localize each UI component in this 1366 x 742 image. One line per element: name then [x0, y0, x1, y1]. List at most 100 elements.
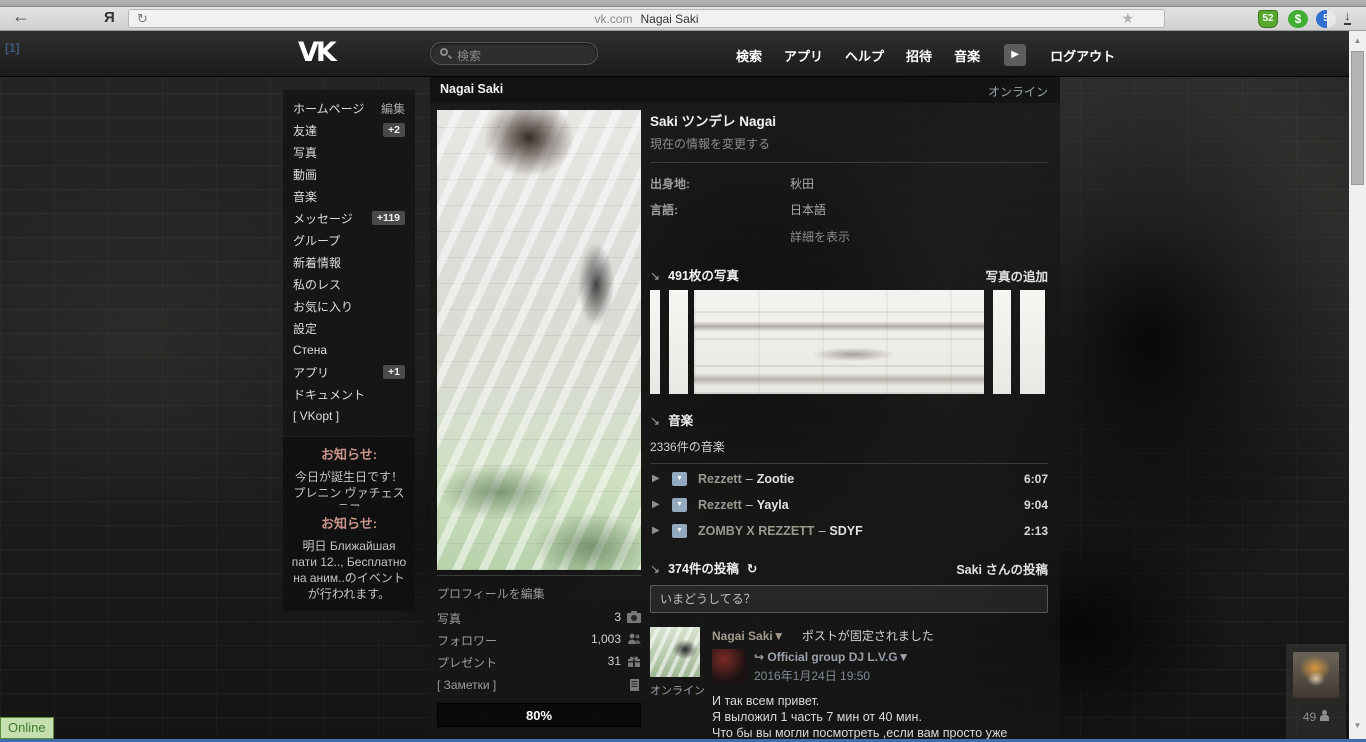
sidebar-item-favorites[interactable]: お気に入り — [293, 295, 405, 317]
post-author-avatar[interactable] — [650, 627, 700, 677]
photo-thumb[interactable] — [650, 290, 660, 394]
vk-nav: 検索 アプリ ヘルプ 招待 音楽 ▶ ログアウト — [736, 44, 1115, 66]
track-artist[interactable]: Rezzett — [698, 472, 742, 486]
profile-photo[interactable] — [437, 110, 641, 570]
back-button[interactable]: ← — [12, 6, 30, 27]
sidebar-menu: ホームページ 編集 友達 +2 写真 動画 音楽 メッセージ +119 グループ 新着… — [283, 90, 415, 436]
photo-thumb[interactable] — [993, 290, 1011, 394]
vk-logo[interactable]: VK — [298, 37, 337, 68]
wall-count-link[interactable]: 374件の投稿 — [668, 562, 739, 576]
wall-filter-link[interactable]: Saki さんの投稿 — [956, 559, 1048, 578]
sidebar-item-messages[interactable]: メッセージ +119 — [293, 207, 405, 229]
followers-icon — [627, 633, 641, 645]
nav-search[interactable]: 検索 — [736, 46, 762, 65]
track-title[interactable]: Zootie — [757, 472, 795, 486]
download-icon[interactable]: ↓ — [1344, 9, 1351, 25]
browser-tabstrip[interactable] — [0, 0, 1366, 7]
track-download-button[interactable]: ▼ — [672, 498, 687, 512]
stat-followers[interactable]: フォロワー 1,003 — [437, 629, 641, 651]
zoom-level-button[interactable]: 80% — [437, 703, 641, 727]
play-button[interactable]: ▶ — [1004, 44, 1027, 66]
photo-thumb[interactable] — [1020, 290, 1045, 394]
nav-help[interactable]: ヘルプ — [845, 46, 884, 65]
post-author-name[interactable]: Nagai Saki▼ — [712, 629, 785, 643]
sidebar-item-apps[interactable]: アプリ +1 — [293, 361, 405, 383]
nav-apps[interactable]: アプリ — [784, 46, 823, 65]
friend-avatar[interactable] — [1293, 652, 1339, 698]
sidebar-item-groups[interactable]: グループ — [293, 229, 405, 251]
track-artist[interactable]: ZOMBY X REZZETT — [698, 524, 814, 538]
music-section-header: ↘ 音楽 — [650, 410, 1048, 428]
notice-body: 明日 Ближайшая пати 12.., Бесплатно на ани… — [291, 539, 407, 601]
track-time: 2:13 — [1023, 524, 1048, 538]
profile-name: Saki ツンデレ Nagai — [650, 114, 777, 129]
field-hometown: 出身地: 秋田 — [650, 177, 815, 191]
repost-header: ↪ Official group DJ L.V.G▼ 2016年1月24日 19… — [712, 649, 1048, 685]
nav-logout[interactable]: ログアウト — [1050, 46, 1115, 65]
sidebar-item-settings[interactable]: 設定 — [293, 317, 405, 339]
post-date[interactable]: 2016年1月24日 19:50 — [754, 667, 870, 684]
change-status-link[interactable]: 現在の情報を変更する — [650, 135, 1048, 152]
track-play-icon[interactable]: ▶ — [652, 525, 660, 536]
section-arrow-icon: ↘ — [650, 562, 661, 576]
sidebar-item-vkopt[interactable]: [ VKopt ] — [293, 405, 405, 427]
divider — [650, 162, 1048, 163]
wall-section-header: ↘ 374件の投稿 ↻ Saki さんの投稿 — [650, 558, 1048, 578]
track-download-button[interactable]: ▼ — [672, 524, 687, 538]
stat-notes[interactable]: [ Заметки ] — [437, 675, 641, 697]
sidebar-item-news[interactable]: 新着情報 — [293, 251, 405, 273]
wall-refresh-icon[interactable]: ↻ — [747, 562, 757, 576]
sidebar-item-wall[interactable]: Стена — [293, 339, 405, 361]
page-title: Nagai Saki — [440, 82, 504, 96]
extension-dollar-icon[interactable]: $ — [1288, 10, 1308, 28]
photo-thumb[interactable] — [669, 290, 688, 394]
screen: ← Я ↻ vk.com Nagai Saki ★ 52 $ 5 ↓ [1] VK… — [0, 0, 1366, 742]
track-play-icon[interactable]: ▶ — [652, 473, 660, 484]
scroll-down-icon[interactable]: ▼ — [1349, 718, 1366, 734]
search-input[interactable]: 検索 — [430, 42, 598, 65]
address-bar[interactable]: ↻ vk.com Nagai Saki ★ — [128, 9, 1165, 28]
person-icon — [1320, 710, 1330, 721]
extension-blue-icon[interactable]: 5 — [1316, 10, 1336, 28]
photo-thumb-main[interactable] — [694, 290, 984, 394]
stat-presents[interactable]: プレゼント 31 — [437, 651, 641, 673]
wall-post: オンライン Nagai Saki▼ ポストが固定されました ↪ Official… — [650, 627, 1048, 742]
track-download-button[interactable]: ▼ — [672, 472, 687, 486]
bookmark-star-icon[interactable]: ★ — [1121, 10, 1134, 27]
edit-profile-link[interactable]: プロフィールを編集 — [437, 575, 641, 602]
notice-party[interactable]: お知らせ: 明日 Ближайшая пати 12.., Бесплатно … — [283, 506, 415, 611]
track-play-icon[interactable]: ▶ — [652, 499, 660, 510]
sidebar-item-photos[interactable]: 写真 — [293, 141, 405, 163]
scroll-up-icon[interactable]: ▲ — [1349, 33, 1366, 49]
track-artist[interactable]: Rezzett — [698, 498, 742, 512]
nav-invite[interactable]: 招待 — [906, 46, 932, 65]
stat-photos[interactable]: 写真 3 — [437, 607, 641, 629]
sidebar-item-home[interactable]: ホームページ 編集 — [293, 97, 405, 119]
music-header-link[interactable]: 音楽 — [668, 414, 693, 428]
notice-title: お知らせ: — [320, 447, 378, 462]
repost-source-link[interactable]: ↪ Official group DJ L.V.G▼ — [754, 650, 910, 664]
extension-shield-icon[interactable]: 52 — [1258, 10, 1278, 28]
friends-badge: +2 — [383, 123, 405, 137]
track-title[interactable]: Yayla — [757, 498, 789, 512]
edit-link[interactable]: 編集 — [381, 100, 405, 117]
sidebar-item-music[interactable]: 音楽 — [293, 185, 405, 207]
scrollbar-thumb[interactable] — [1351, 51, 1364, 185]
camera-icon — [627, 611, 641, 623]
sidebar-item-friends[interactable]: 友達 +2 — [293, 119, 405, 141]
url-title: Nagai Saki — [640, 12, 699, 26]
yandex-logo[interactable]: Я — [104, 9, 115, 26]
nav-music[interactable]: 音楽 — [954, 46, 980, 65]
track-title[interactable]: SDYF — [829, 524, 862, 538]
photos-count-link[interactable]: 491枚の写真 — [668, 269, 739, 283]
browser-toolbar: ← Я ↻ vk.com Nagai Saki ★ — [0, 6, 1366, 31]
page-scrollbar[interactable]: ▲ ▼ — [1349, 31, 1366, 742]
add-photo-link[interactable]: 写真の追加 — [985, 266, 1048, 285]
repost-group-avatar[interactable] — [712, 649, 746, 683]
sidebar-item-documents[interactable]: ドキュメント — [293, 383, 405, 405]
show-details-link[interactable]: 詳細を表示 — [790, 228, 1048, 245]
sidebar-item-videos[interactable]: 動画 — [293, 163, 405, 185]
wall-post-input[interactable]: いまどうしてる？ — [650, 585, 1048, 613]
search-placeholder: 検索 — [457, 49, 482, 63]
sidebar-item-replies[interactable]: 私のレス — [293, 273, 405, 295]
